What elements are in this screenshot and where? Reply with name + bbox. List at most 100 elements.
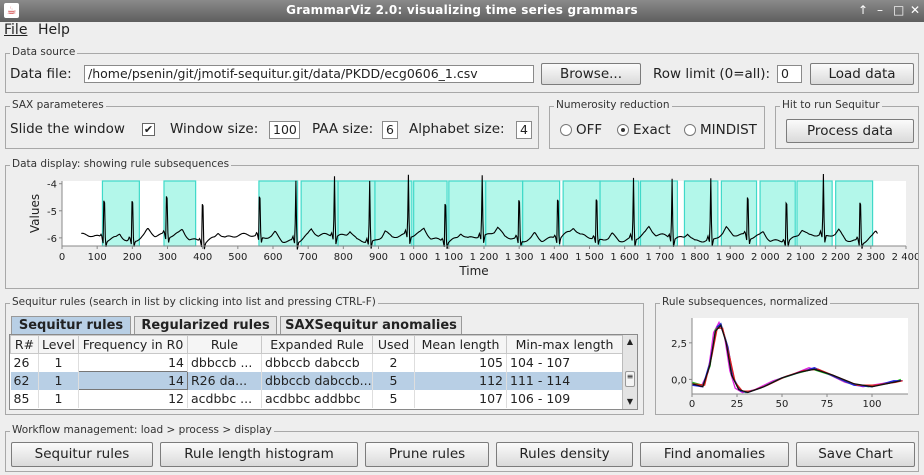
process-data-button[interactable]: Process data — [786, 119, 914, 143]
rule-interval-band — [835, 180, 874, 247]
window-up-icon[interactable]: ↑ — [858, 3, 868, 17]
x-tick-label: 1 600 — [610, 252, 639, 263]
find-anomalies-button[interactable]: Find anomalies — [640, 442, 789, 467]
cell-level: 1 — [38, 389, 79, 408]
minimize-icon[interactable]: – — [877, 3, 883, 17]
radio-off[interactable] — [560, 124, 572, 136]
scroll-up-icon[interactable]: ▲ — [623, 335, 637, 349]
x-tick-label: 1 300 — [505, 252, 534, 263]
x-tick-label: 1 000 — [399, 252, 428, 263]
data-file-field[interactable]: /home/psenin/git/jmotif-sequitur.git/dat… — [84, 65, 534, 83]
window-size-field[interactable]: 100 — [269, 121, 300, 139]
row-limit-field[interactable]: 0 — [777, 65, 802, 83]
x-tick-label: 700 — [299, 252, 318, 263]
y-axis-label: Values — [28, 194, 42, 233]
paa-size-label: PAA size: — [312, 121, 374, 137]
x-tick-label: 1 800 — [681, 252, 710, 263]
table-row[interactable]: 26 1 14 dbbccb ... dbbccb dabccb 2 105 1… — [10, 353, 623, 372]
x-tick-label: 400 — [193, 252, 212, 263]
col-frequency[interactable]: Frequency in R0 — [78, 335, 188, 354]
slide-window-label: Slide the window — [10, 121, 125, 137]
window-size-label: Window size: — [170, 121, 259, 137]
menu-file[interactable]: File — [4, 22, 27, 38]
cell-level: 1 — [38, 371, 79, 390]
cell-frequency: 14 — [78, 371, 188, 390]
scroll-thumb[interactable]: ≡ — [625, 371, 635, 387]
numerosity-legend: Numerosity reduction — [554, 99, 672, 111]
scroll-down-icon[interactable]: ▼ — [623, 395, 637, 409]
cell-rule: R26 da... — [187, 371, 262, 390]
prune-rules-button[interactable]: Prune rules — [365, 442, 489, 467]
x-tick-label: 2 100 — [786, 252, 815, 263]
x-tick-label: 1 200 — [470, 252, 499, 263]
cell-used: 5 — [372, 371, 415, 390]
close-icon[interactable]: ✕ — [910, 3, 920, 17]
sequitur-rules-button[interactable]: Sequitur rules — [11, 442, 153, 467]
cell-min-max-length: 106 - 109 — [506, 389, 623, 408]
cell-min-max-length: 111 - 114 — [506, 371, 623, 390]
x-tick-label: 900 — [369, 252, 388, 263]
y-tick-label: -5 — [47, 207, 57, 218]
rule-interval-band — [720, 180, 758, 247]
x-tick-label: 1 100 — [435, 252, 464, 263]
subchart-x-tick-label: 75 — [821, 399, 834, 410]
col-rule[interactable]: Rule — [187, 335, 262, 354]
col-min-max-length[interactable]: Min-max length — [506, 335, 623, 354]
cell-rule: dbbccb ... — [187, 353, 262, 372]
tab-saxsequitur-anomalies[interactable]: SAXSequitur anomalies — [280, 316, 462, 334]
table-scrollbar[interactable]: ▲ ≡ ▼ — [622, 335, 637, 409]
col-mean-length[interactable]: Mean length — [414, 335, 507, 354]
data-file-label: Data file: — [10, 66, 72, 82]
maximize-icon[interactable]: □ — [893, 3, 904, 17]
cell-rnum: 85 — [10, 389, 39, 408]
subchart-y-tick-label: 2,5 — [671, 339, 687, 350]
col-r[interactable]: R# — [10, 335, 39, 354]
browse-button[interactable]: Browse... — [541, 63, 641, 85]
load-data-button[interactable]: Load data — [810, 63, 914, 85]
cell-mean-length: 105 — [414, 353, 507, 372]
col-level[interactable]: Level — [38, 335, 79, 354]
alphabet-size-field[interactable]: 4 — [516, 121, 532, 139]
rule-interval-band — [163, 180, 197, 247]
cell-rule: acdbbc ... — [187, 389, 262, 408]
tab-sequitur-rules[interactable]: Sequitur rules — [11, 316, 131, 334]
radio-exact[interactable] — [617, 124, 629, 136]
menu-help[interactable]: Help — [38, 22, 70, 38]
radio-mindist[interactable] — [684, 124, 696, 136]
title-bar: ☕ GrammarViz 2.0: visualizing time serie… — [0, 0, 924, 22]
col-used[interactable]: Used — [372, 335, 415, 354]
y-tick-label: -4 — [47, 180, 57, 191]
rule-length-histogram-button[interactable]: Rule length histogram — [160, 442, 358, 467]
table-row[interactable]: 85 1 12 acdbbc ... acdbbc addbbc 5 107 1… — [10, 389, 623, 408]
row-limit-label: Row limit (0=all): — [653, 66, 771, 82]
rule-interval-band — [413, 180, 448, 247]
rules-density-button[interactable]: Rules density — [496, 442, 633, 467]
cell-level: 1 — [38, 353, 79, 372]
subchart-x-tick-label: 100 — [862, 399, 881, 410]
slide-window-checkbox[interactable]: ✔ — [142, 123, 155, 136]
data-source-legend: Data source — [10, 46, 78, 58]
x-tick-label: 800 — [334, 252, 353, 263]
cell-used: 5 — [372, 389, 415, 408]
table-row-selected[interactable]: 62 1 14 R26 da... dbbccb dabccb... 5 112… — [10, 371, 623, 390]
x-tick-label: 500 — [228, 252, 247, 263]
save-chart-button[interactable]: Save Chart — [796, 442, 915, 467]
sax-legend: SAX parameteres — [10, 99, 106, 111]
x-tick-label: 0 — [59, 252, 65, 263]
cell-rnum: 26 — [10, 353, 39, 372]
x-tick-label: 2 000 — [751, 252, 780, 263]
subsequences-chart[interactable]: 0 25 50 75 100 2,5 0,0 — [658, 312, 916, 412]
time-series-chart[interactable]: 0 100 200 300 400 500 600 700 800 900 1 000 1 100 1 … — [6, 172, 918, 288]
subchart-plot-area — [692, 318, 908, 394]
rules-legend: Sequitur rules (search in list by clicki… — [10, 296, 378, 308]
radio-exact-label: Exact — [633, 122, 671, 138]
col-expanded-rule[interactable]: Expanded Rule — [261, 335, 373, 354]
alphabet-size-label: Alphabet size: — [409, 121, 505, 137]
x-tick-label: 2 200 — [821, 252, 850, 263]
paa-size-field[interactable]: 6 — [382, 121, 398, 139]
rules-table[interactable]: R# Level Frequency in R0 Rule Expanded R… — [10, 335, 623, 408]
x-tick-label: 300 — [158, 252, 177, 263]
radio-mindist-label: MINDIST — [700, 122, 757, 138]
tab-regularized-rules[interactable]: Regularized rules — [134, 316, 277, 334]
x-tick-label: 600 — [263, 252, 282, 263]
